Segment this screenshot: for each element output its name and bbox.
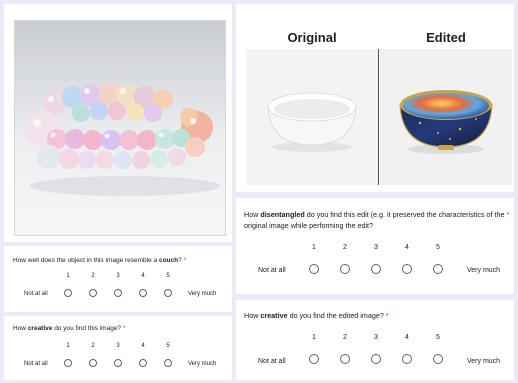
scale-label-5: 5 — [166, 273, 170, 279]
question-suffix: do you find the edited image? — [287, 311, 384, 320]
question-card-creative-edited: How creative do you find the edited imag… — [236, 300, 514, 380]
radio-option-3[interactable] — [114, 289, 122, 297]
radio-option-5[interactable] — [433, 354, 443, 364]
high-label: Very much — [188, 361, 217, 367]
scale-label-4: 4 — [141, 343, 145, 349]
radio-option-1[interactable] — [309, 354, 319, 364]
question-keyword: disentangled — [260, 210, 305, 219]
question-prefix: How — [13, 325, 28, 332]
question-keyword: creative — [260, 311, 288, 320]
radio-option-3[interactable] — [371, 264, 381, 274]
scale-label-2: 2 — [91, 273, 95, 279]
question-card-creative: How creative do you find this image? * 1… — [4, 316, 232, 380]
scale-label-3: 3 — [116, 273, 120, 279]
question-keyword: couch — [158, 257, 179, 264]
scale-label-1: 1 — [312, 244, 316, 251]
low-label: Not at all — [258, 358, 286, 365]
high-label: Very much — [188, 291, 217, 297]
low-label: Not at all — [24, 361, 48, 367]
scale-label-3: 3 — [374, 244, 378, 251]
question-text: How well does the object in this image r… — [13, 256, 186, 265]
comparison-panel: Original Edited — [236, 4, 514, 192]
edited-bowl-image — [380, 49, 512, 185]
high-label: Very much — [467, 358, 501, 365]
radio-option-2[interactable] — [89, 289, 97, 297]
scale-label-2: 2 — [91, 343, 95, 349]
scale-label-5: 5 — [436, 244, 440, 251]
scale-label-1: 1 — [312, 334, 316, 341]
radio-option-3[interactable] — [114, 359, 122, 367]
radio-option-3[interactable] — [371, 354, 381, 364]
radio-option-4[interactable] — [139, 359, 147, 367]
original-heading: Original — [287, 30, 337, 45]
radio-option-4[interactable] — [402, 264, 412, 274]
radio-option-2[interactable] — [340, 264, 350, 274]
question-suffix: ? — [178, 257, 182, 264]
radio-option-5[interactable] — [164, 359, 172, 367]
radio-option-1[interactable] — [309, 264, 319, 274]
required-marker: * — [385, 311, 389, 320]
required-marker: * — [183, 257, 187, 264]
scale-label-1: 1 — [66, 343, 70, 349]
low-label: Not at all — [24, 291, 48, 297]
scale-label-4: 4 — [405, 334, 409, 341]
radio-option-4[interactable] — [402, 354, 412, 364]
question-suffix: do you find this image? — [52, 325, 122, 332]
scale-label-3: 3 — [374, 334, 378, 341]
scale-label-3: 3 — [116, 343, 120, 349]
scale-label-1: 1 — [66, 273, 70, 279]
left-image-panel — [4, 4, 232, 242]
scale-label-4: 4 — [405, 244, 409, 251]
question-card-resemble: How well does the object in this image r… — [4, 246, 232, 312]
high-label: Very much — [467, 267, 501, 274]
radio-option-2[interactable] — [340, 354, 350, 364]
question-suffix: do you find this edit (e.g. it preserved… — [304, 210, 505, 219]
original-bowl-image — [246, 49, 378, 185]
radio-option-5[interactable] — [164, 289, 172, 297]
radio-option-4[interactable] — [139, 289, 147, 297]
question-prefix: How well does the object in this image r… — [13, 257, 159, 264]
question-text: How creative do you find the edited imag… — [244, 310, 389, 321]
radio-option-5[interactable] — [433, 264, 443, 274]
question-card-disentangled: How disentangled do you find this edit (… — [236, 198, 514, 294]
radio-option-1[interactable] — [64, 289, 72, 297]
question-line-2: original image while performing the edit… — [244, 221, 374, 230]
radio-option-2[interactable] — [89, 359, 97, 367]
required-marker: * — [506, 210, 510, 219]
scale-label-4: 4 — [141, 273, 145, 279]
question-prefix: How — [244, 311, 261, 320]
question-prefix: How — [244, 210, 261, 219]
image-divider — [378, 49, 379, 185]
question-text: How creative do you find this image? * — [13, 324, 125, 333]
scale-label-2: 2 — [343, 244, 347, 251]
question-keyword: creative — [27, 325, 53, 332]
edited-heading: Edited — [426, 30, 466, 45]
scale-label-5: 5 — [166, 343, 170, 349]
scale-label-5: 5 — [436, 334, 440, 341]
couch-bubbles-image — [14, 20, 226, 236]
required-marker: * — [122, 325, 126, 332]
question-text: How disentangled do you find this edit (… — [244, 209, 510, 231]
radio-option-1[interactable] — [64, 359, 72, 367]
scale-label-2: 2 — [343, 334, 347, 341]
low-label: Not at all — [258, 267, 286, 274]
